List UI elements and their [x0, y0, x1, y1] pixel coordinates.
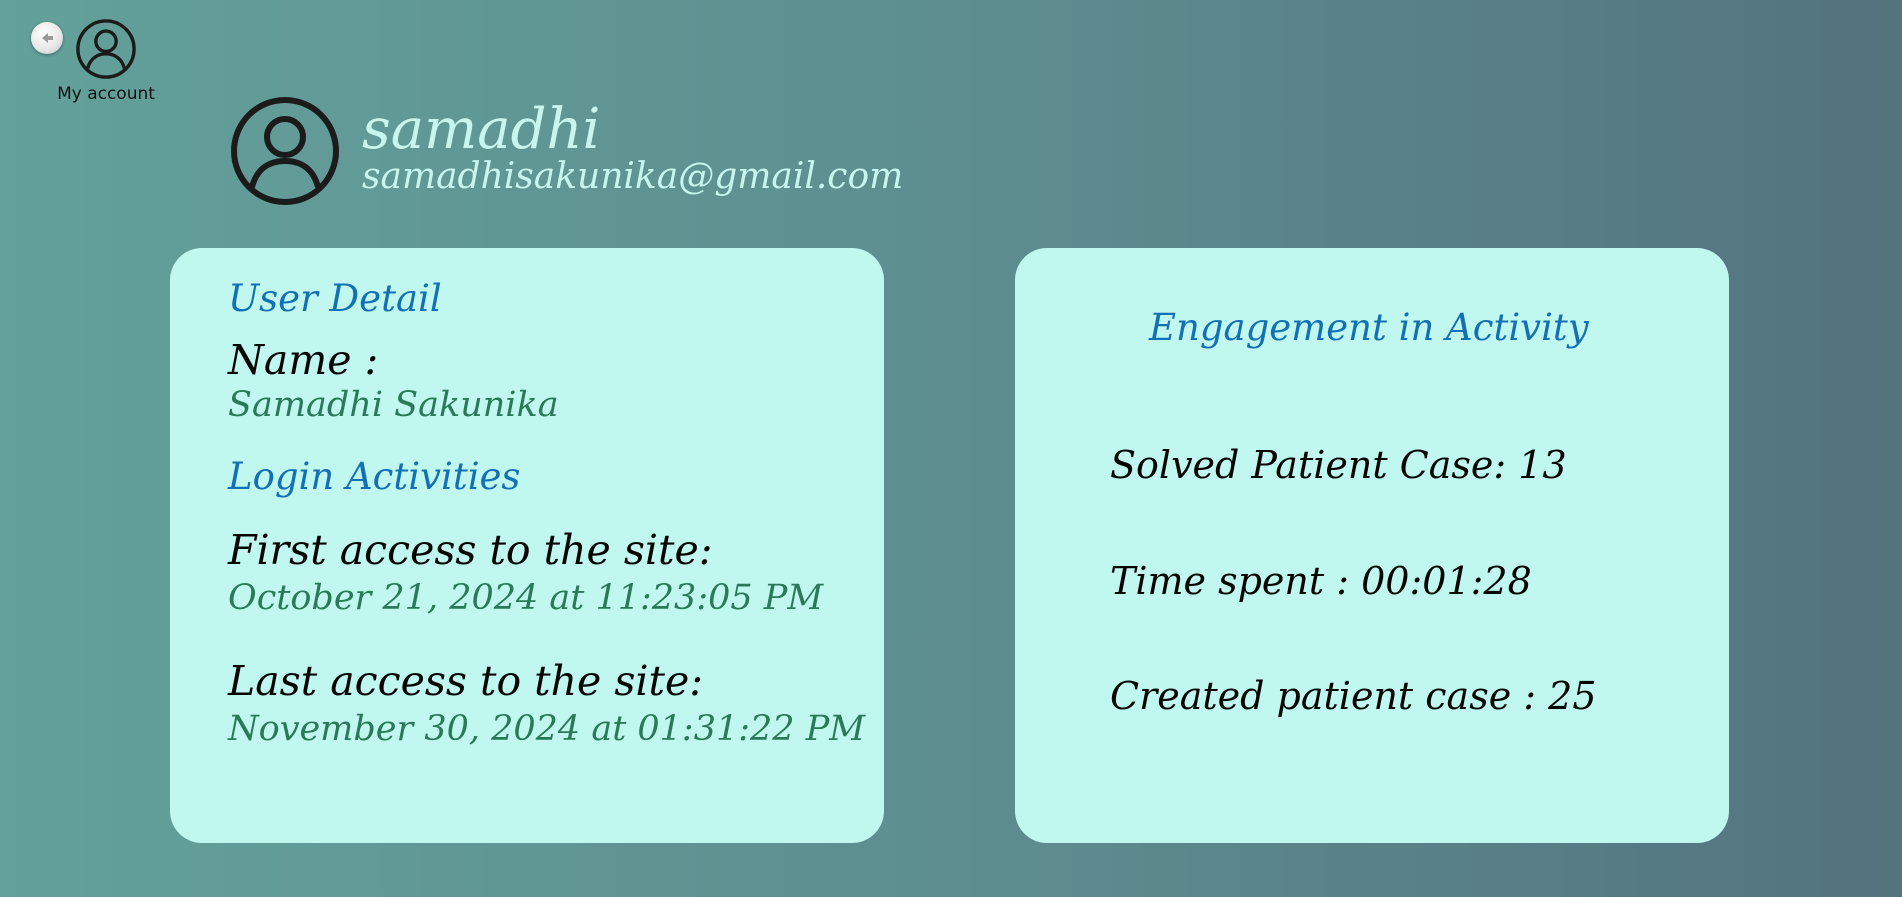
login-activities-title: Login Activities	[228, 455, 521, 498]
name-label: Name :	[228, 336, 379, 384]
last-access-value: November 30, 2024 at 01:31:22 PM	[228, 709, 866, 749]
engagement-card: Engagement in Activity Solved Patient Ca…	[1015, 248, 1729, 843]
my-account-link[interactable]: My account	[50, 18, 162, 104]
name-value: Samadhi Sakunika	[228, 385, 559, 425]
avatar	[230, 96, 340, 206]
user-circle-icon	[231, 97, 339, 205]
profile-header: samadhi samadhisakunika@gmail.com	[230, 96, 903, 206]
first-access-value: October 21, 2024 at 11:23:05 PM	[228, 578, 824, 618]
user-circle-icon	[76, 19, 136, 79]
profile-text: samadhi samadhisakunika@gmail.com	[362, 99, 903, 197]
profile-email: samadhisakunika@gmail.com	[362, 156, 904, 197]
user-detail-card: User Detail Name : Samadhi Sakunika Logi…	[170, 248, 884, 843]
solved-patient-case-stat: Solved Patient Case: 13	[1110, 443, 1567, 487]
time-spent-stat: Time spent : 00:01:28	[1110, 559, 1532, 603]
first-access-label: First access to the site:	[228, 526, 713, 574]
created-patient-case-stat: Created patient case : 25	[1110, 674, 1597, 718]
my-account-label: My account	[57, 84, 155, 104]
profile-username: samadhi	[362, 97, 601, 162]
user-detail-title: User Detail	[228, 277, 442, 320]
engagement-title: Engagement in Activity	[1149, 306, 1589, 349]
last-access-label: Last access to the site:	[228, 657, 704, 705]
